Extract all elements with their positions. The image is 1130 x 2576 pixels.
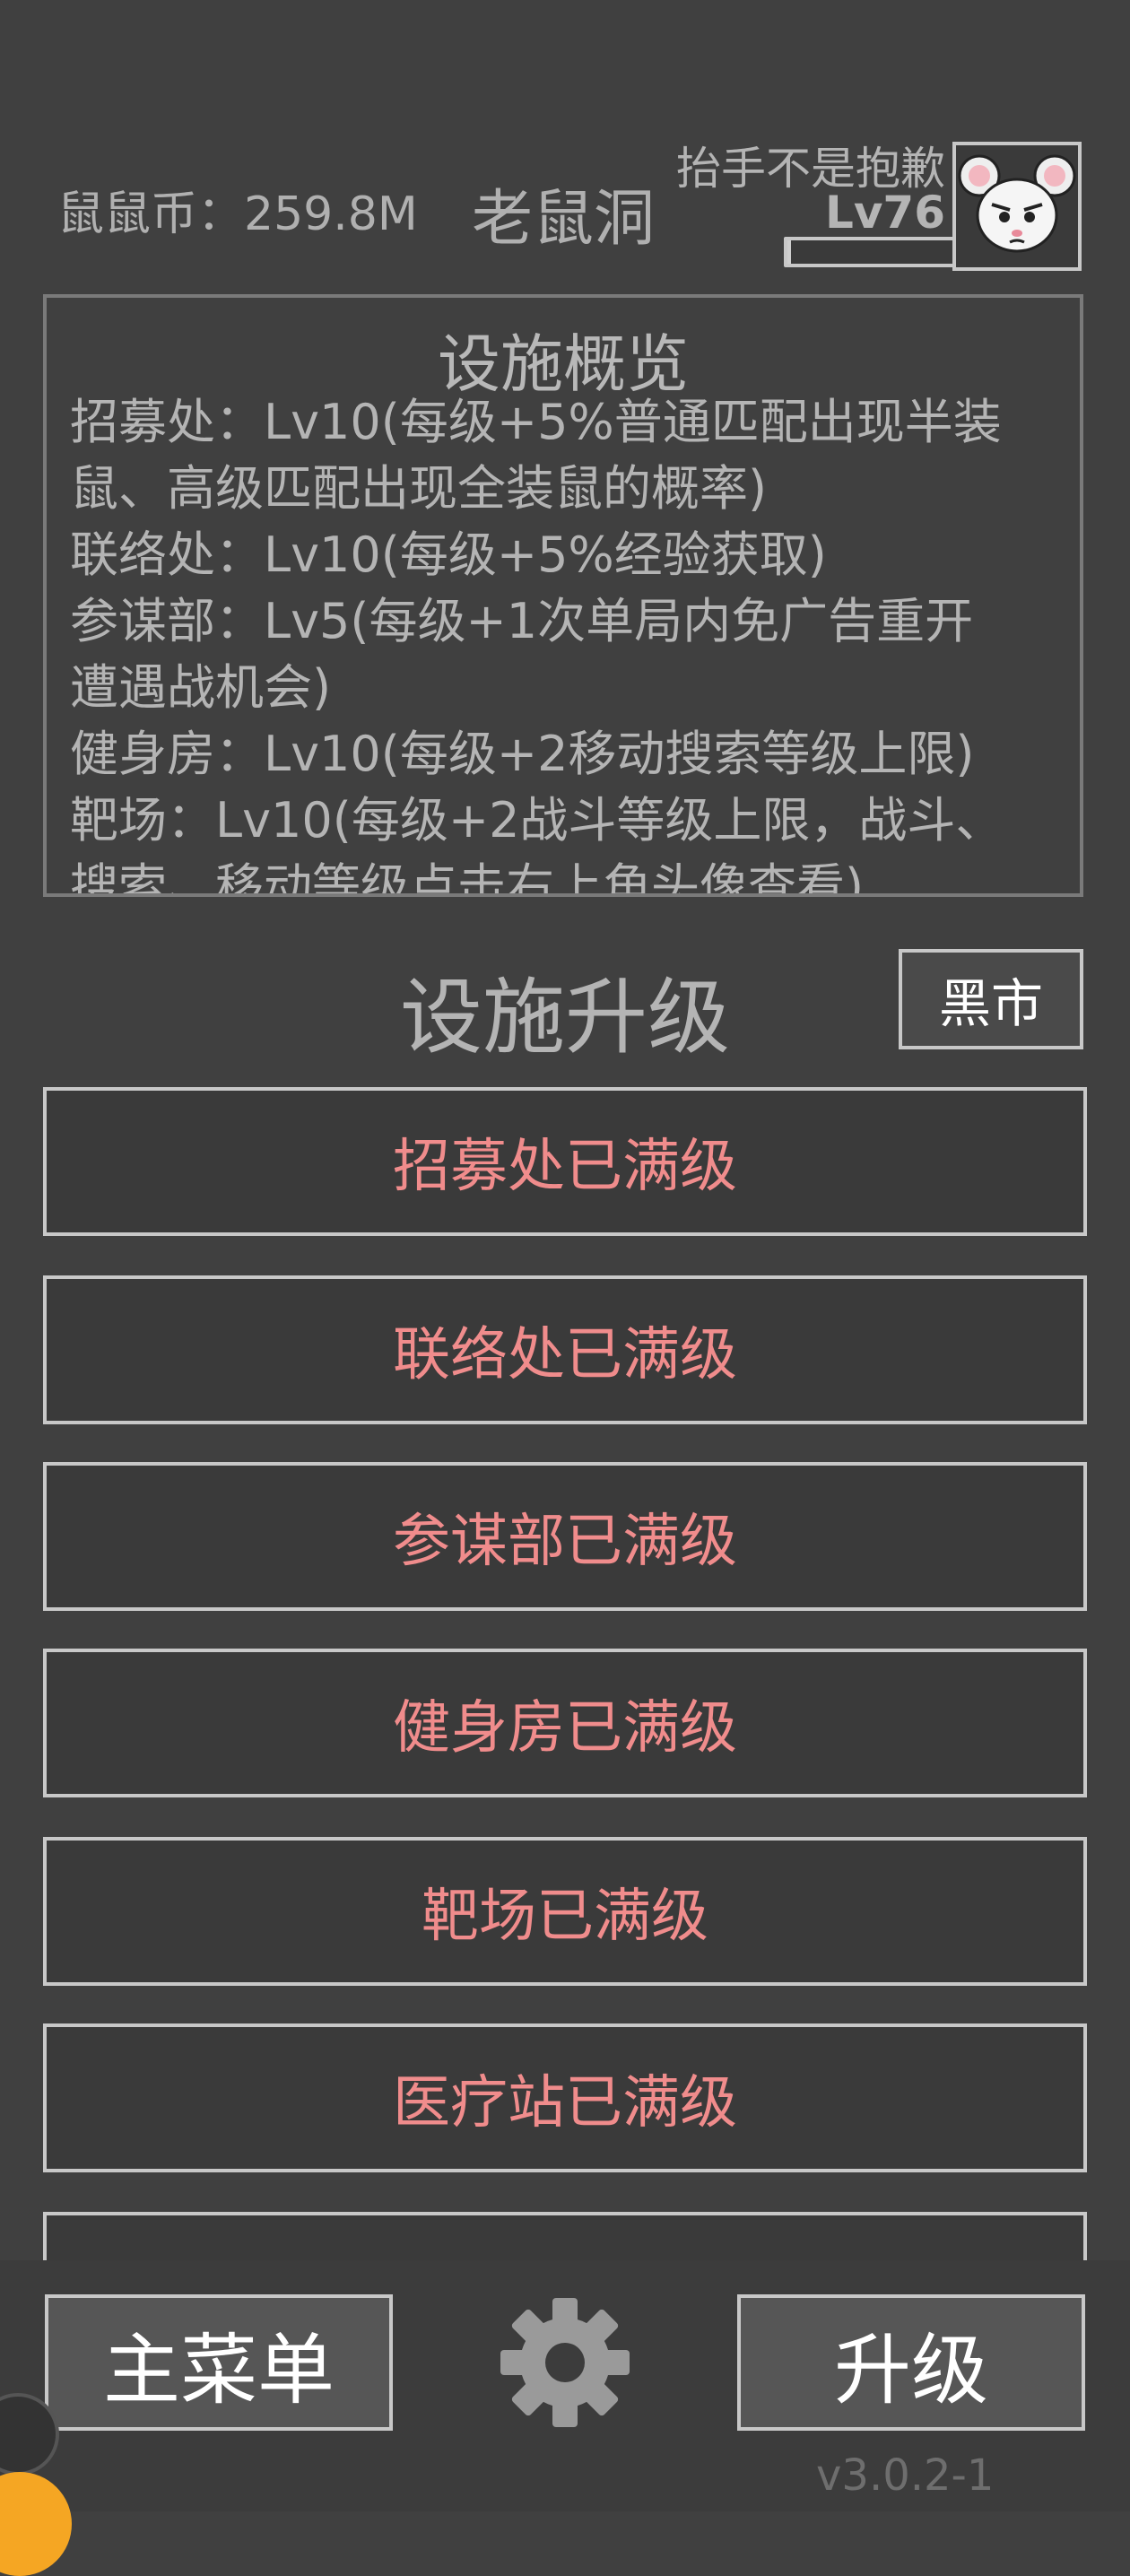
upgrade-next-button[interactable] [43,2212,1087,2260]
upgrade-liaison-button[interactable]: 联络处已满级 [43,1275,1087,1424]
overview-line: 健身房：Lv10(每级+2移动搜索等级上限) [70,726,975,782]
main-menu-button[interactable]: 主菜单 [45,2294,393,2431]
black-market-button[interactable]: 黑市 [899,949,1083,1049]
upgrade-button[interactable]: 升级 [737,2294,1085,2431]
player-level: Lv76 [824,187,945,239]
upgrade-recruit-button[interactable]: 招募处已满级 [43,1087,1087,1236]
gear-icon [500,2298,630,2427]
upgrade-range-button[interactable]: 靶场已满级 [43,1837,1087,1986]
coin-balance: 鼠鼠币：259.8M [57,187,418,241]
overview-line: 鼠、高级匹配出现全装鼠的概率) [70,460,768,517]
version-label: v3.0.2-1 [816,2450,995,2501]
overview-line: 搜索、移动等级点击右上角头像查看) [70,858,865,897]
overview-line: 遭遇战机会) [70,659,332,716]
facility-overview-panel[interactable]: 设施概览 招募处：Lv10(每级+5%普通匹配出现半装 鼠、高级匹配出现全装鼠的… [43,294,1083,897]
mouse-avatar-icon [958,154,1076,253]
upgrade-list[interactable]: 招募处已满级 联络处已满级 参谋部已满级 健身房已满级 靶场已满级 医疗站已满级 [43,1087,1087,2260]
overview-line: 招募处：Lv10(每级+5%普通匹配出现半装 [70,394,1002,450]
overview-line: 参谋部：Lv5(每级+1次单局内免广告重开 [70,593,974,649]
page-title: 老鼠洞 [472,184,656,255]
overview-text: 招募处：Lv10(每级+5%普通匹配出现半装 鼠、高级匹配出现全装鼠的概率) 联… [70,389,1053,897]
xp-progress-fill [787,240,791,264]
player-avatar[interactable] [952,142,1082,271]
upgrade-staff-button[interactable]: 参谋部已满级 [43,1462,1087,1611]
overview-line: 靶场：Lv10(每级+2战斗等级上限，战斗、 [70,792,1004,849]
upgrade-medical-button[interactable]: 医疗站已满级 [43,2023,1087,2172]
settings-button[interactable] [497,2294,633,2431]
xp-progress-bar [784,237,956,267]
upgrade-gym-button[interactable]: 健身房已满级 [43,1649,1087,1797]
overview-line: 联络处：Lv10(每级+5%经验获取) [70,527,827,583]
